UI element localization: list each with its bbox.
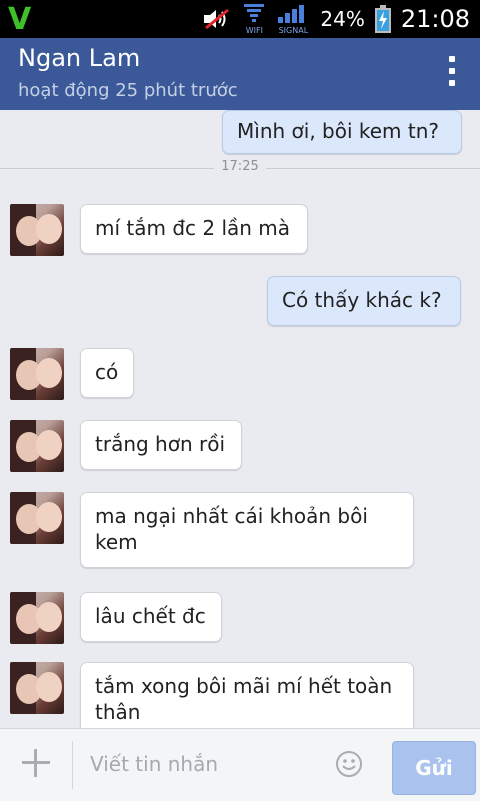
message-bubble-incoming[interactable]: tắm xong bôi mãi mí hết toàn thân	[80, 662, 414, 728]
divider	[72, 741, 73, 789]
contact-avatar[interactable]	[10, 204, 64, 256]
message-bubble-outgoing[interactable]: Có thấy khác k?	[267, 276, 461, 326]
battery-percent: 24%	[320, 7, 365, 31]
emoji-icon[interactable]	[334, 749, 364, 779]
contact-avatar[interactable]	[10, 420, 64, 472]
status-bar: V WIFI SIGNAL 24% 21:08	[0, 0, 480, 38]
menu-dot-icon	[449, 56, 455, 62]
signal-label: SIGNAL	[278, 26, 309, 35]
message-list[interactable]: Mình ơi, bôi kem tn? 17:25 mí tắm đc 2 l…	[0, 110, 480, 728]
clock: 21:08	[400, 5, 470, 33]
battery-charging-icon	[374, 5, 391, 33]
message-bubble-incoming[interactable]: lâu chết đc	[80, 592, 222, 642]
carrier-logo: V	[8, 2, 32, 37]
message-bubble-incoming[interactable]: trắng hơn rồi	[80, 420, 242, 470]
plus-icon	[34, 749, 37, 777]
volume-muted-icon	[204, 8, 230, 30]
timestamp-divider: 17:25	[0, 158, 480, 178]
conversation-header: Ngan Lam hoạt động 25 phút trước	[0, 38, 480, 110]
message-composer: Gửi	[0, 728, 480, 801]
send-button[interactable]: Gửi	[392, 741, 476, 795]
wifi-label: WIFI	[245, 26, 263, 35]
message-input[interactable]	[90, 747, 320, 781]
message-bubble-outgoing[interactable]: Mình ơi, bôi kem tn?	[222, 110, 462, 154]
message-bubble-incoming[interactable]: ma ngại nhất cái khoản bôi kem	[80, 492, 414, 568]
contact-status: hoạt động 25 phút trước	[18, 80, 238, 101]
message-bubble-incoming[interactable]: mí tắm đc 2 lần mà	[80, 204, 308, 254]
overflow-menu-button[interactable]	[444, 56, 460, 94]
divider-line	[0, 168, 214, 169]
status-icons: WIFI SIGNAL 24% 21:08	[202, 3, 470, 35]
menu-dot-icon	[449, 68, 455, 74]
message-bubble-incoming[interactable]: có	[80, 348, 134, 398]
contact-avatar[interactable]	[10, 348, 64, 400]
contact-avatar[interactable]	[10, 662, 64, 714]
contact-avatar[interactable]	[10, 592, 64, 644]
contact-name[interactable]: Ngan Lam	[18, 44, 140, 72]
divider-line	[266, 168, 480, 169]
signal-icon: SIGNAL	[276, 3, 310, 35]
menu-dot-icon	[449, 80, 455, 86]
add-attachment-button[interactable]	[22, 749, 50, 777]
wifi-icon: WIFI	[242, 3, 266, 35]
timestamp: 17:25	[221, 159, 259, 174]
contact-avatar[interactable]	[10, 492, 64, 544]
